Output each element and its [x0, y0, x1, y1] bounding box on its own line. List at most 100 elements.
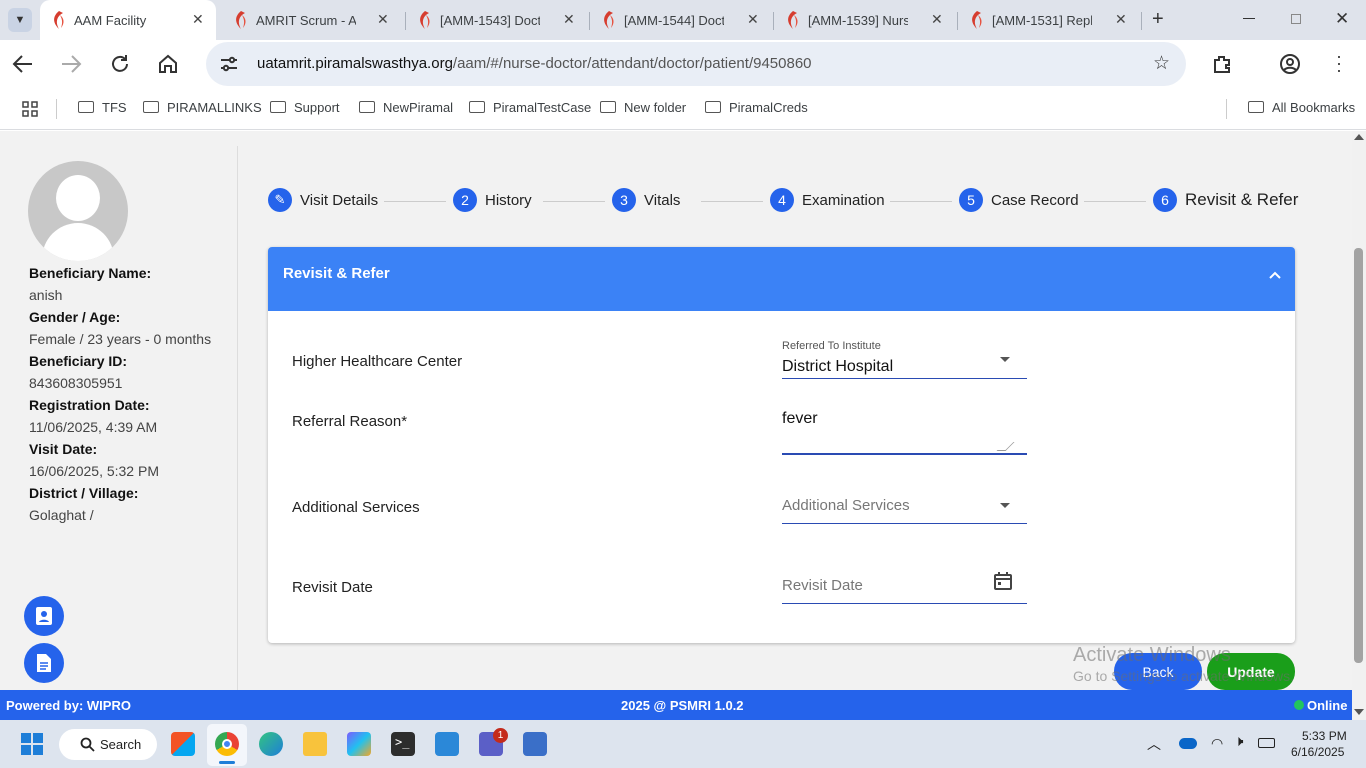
bookmark-label: TFS — [102, 100, 127, 115]
beneficiary-card-button[interactable] — [24, 596, 64, 636]
tab-amm-1544[interactable]: [AMM-1544] Doct ✕ — [590, 0, 774, 40]
step-number: 3 — [612, 188, 636, 212]
tab-title: [AMM-1543] Doct — [440, 13, 540, 28]
activate-windows-subtitle: Go to Settings to activate Windows. — [1073, 668, 1294, 684]
restore-icon[interactable] — [1291, 14, 1301, 24]
file-explorer-icon[interactable] — [303, 732, 327, 756]
scrollbar-thumb[interactable] — [1354, 248, 1363, 663]
bookmark-label: PIRAMALLINKS — [167, 100, 262, 115]
tab-title: [AMM-1539] Nurs — [808, 13, 908, 28]
terminal-prompt: >_ — [395, 735, 410, 749]
close-tab-icon[interactable]: ✕ — [931, 11, 943, 28]
bookmark-new-folder[interactable]: New folder — [600, 100, 686, 115]
bookmark-piramaltestcase[interactable]: PiramalTestCase — [469, 100, 591, 115]
bookmark-label: PiramalTestCase — [493, 100, 592, 115]
close-tab-icon[interactable]: ✕ — [377, 11, 389, 28]
chevron-down-icon[interactable] — [1000, 357, 1010, 362]
menu-kebab-icon[interactable]: · · · — [1336, 47, 1342, 79]
card-header[interactable] — [268, 247, 1295, 311]
bookmark-tfs[interactable]: TFS — [78, 100, 127, 115]
clock-date[interactable]: 6/16/2025 — [1291, 745, 1344, 759]
home-icon[interactable] — [157, 53, 179, 75]
tab-search-button[interactable]: ▼ — [8, 8, 32, 32]
step-number: 6 — [1153, 188, 1177, 212]
step-visit-details[interactable]: ✎ Visit Details — [268, 188, 378, 212]
reload-icon[interactable] — [109, 53, 131, 75]
beneficiary-id-label: Beneficiary ID: — [29, 353, 128, 369]
step-examination[interactable]: 4 Examination — [770, 188, 885, 212]
card-title: Revisit & Refer — [283, 265, 390, 282]
chrome-icon[interactable] — [215, 732, 239, 756]
app-favicon-icon — [604, 11, 614, 29]
m365-icon[interactable] — [347, 732, 371, 756]
close-tab-icon[interactable]: ✕ — [747, 11, 759, 28]
step-connector — [890, 201, 952, 202]
bookmark-piramallinks[interactable]: PIRAMALLINKS — [143, 100, 262, 115]
document-button[interactable] — [24, 643, 64, 683]
onedrive-icon[interactable] — [1179, 738, 1197, 749]
folder-icon — [270, 101, 286, 113]
step-case-record[interactable]: 5 Case Record — [959, 188, 1079, 212]
step-history[interactable]: 2 History — [453, 188, 532, 212]
bookmark-piramalcreds[interactable]: PiramalCreds — [705, 100, 808, 115]
calendar-icon[interactable] — [993, 571, 1013, 591]
bookmark-star-icon[interactable]: ☆ — [1153, 52, 1170, 75]
activate-windows-title: Activate Windows — [1073, 644, 1231, 666]
tab-title: [AMM-1544] Doct — [624, 13, 724, 28]
beneficiary-name: anish — [29, 287, 63, 303]
taskbar-search-label: Search — [100, 737, 142, 752]
apps-grid-icon[interactable] — [22, 101, 38, 117]
higher-healthcare-label: Higher Healthcare Center — [292, 353, 463, 370]
forward-arrow-icon[interactable] — [60, 54, 82, 74]
url-path: /aam/#/nurse-doctor/attendant/doctor/pat… — [452, 55, 812, 72]
clock-time[interactable]: 5:33 PM — [1302, 729, 1347, 743]
tab-amm-1539[interactable]: [AMM-1539] Nurs ✕ — [774, 0, 958, 40]
tab-amm-1543[interactable]: [AMM-1543] Doct ✕ — [406, 0, 590, 40]
scroll-down-icon[interactable] — [1354, 709, 1364, 715]
gender-age-label: Gender / Age: — [29, 309, 121, 325]
all-bookmarks[interactable]: All Bookmarks — [1248, 100, 1355, 115]
store-icon[interactable] — [171, 732, 195, 756]
site-info-icon[interactable] — [219, 54, 239, 74]
notepad-icon[interactable] — [435, 732, 459, 756]
windows-start-icon[interactable] — [21, 733, 43, 755]
wifi-icon[interactable]: ◠ — [1211, 735, 1223, 752]
extensions-icon[interactable] — [1211, 53, 1233, 75]
folder-icon — [143, 101, 159, 113]
battery-icon[interactable] — [1258, 738, 1275, 748]
tab-title: AMRIT Scrum - Ag — [256, 13, 356, 28]
tab-amm-1531[interactable]: [AMM-1531] Repl ✕ — [958, 0, 1142, 40]
tab-separator — [1141, 12, 1142, 30]
bookmark-newpiramal[interactable]: NewPiramal — [359, 100, 453, 115]
volume-icon[interactable]: 🕨 — [1234, 733, 1243, 750]
step-vitals[interactable]: 3 Vitals — [612, 188, 680, 212]
additional-services-select[interactable]: Additional Services — [782, 497, 910, 514]
taskbar-search[interactable]: Search — [59, 729, 157, 760]
scroll-up-icon[interactable] — [1354, 134, 1364, 140]
profile-icon[interactable] — [1279, 53, 1301, 75]
close-window-icon[interactable]: ✕ — [1335, 9, 1349, 29]
visit-date-label: Visit Date: — [29, 441, 98, 457]
app-favicon-icon — [972, 11, 982, 29]
referred-institute-select[interactable]: District Hospital — [782, 358, 893, 376]
back-arrow-icon[interactable] — [12, 54, 34, 74]
new-tab-icon[interactable]: + — [1152, 8, 1164, 31]
close-tab-icon[interactable]: ✕ — [563, 11, 575, 28]
referral-reason-input[interactable]: fever — [782, 410, 818, 428]
terminal-icon[interactable]: >_ — [391, 732, 415, 756]
step-revisit-refer[interactable]: 6 Revisit & Refer — [1153, 188, 1298, 212]
bookmark-support[interactable]: Support — [270, 100, 340, 115]
close-tab-icon[interactable]: ✕ — [1115, 11, 1127, 28]
close-tab-icon[interactable]: ✕ — [192, 11, 204, 28]
tab-aam-facility[interactable]: AAM Facility ✕ — [40, 0, 216, 40]
chevron-down-icon[interactable] — [1000, 503, 1010, 508]
tab-amrit-scrum[interactable]: AMRIT Scrum - Ag ✕ — [222, 0, 406, 40]
url-text: uatamrit.piramalswasthya.org/aam/#/nurse… — [257, 55, 812, 72]
remote-desktop-icon[interactable] — [523, 732, 547, 756]
app-favicon-icon — [420, 11, 430, 29]
revisit-date-input[interactable]: Revisit Date — [782, 577, 863, 594]
chevron-up-icon[interactable] — [1268, 270, 1282, 280]
minimize-icon[interactable] — [1243, 18, 1255, 19]
edge-icon[interactable] — [259, 732, 283, 756]
chevron-up-icon[interactable]: ︿ — [1147, 734, 1161, 754]
